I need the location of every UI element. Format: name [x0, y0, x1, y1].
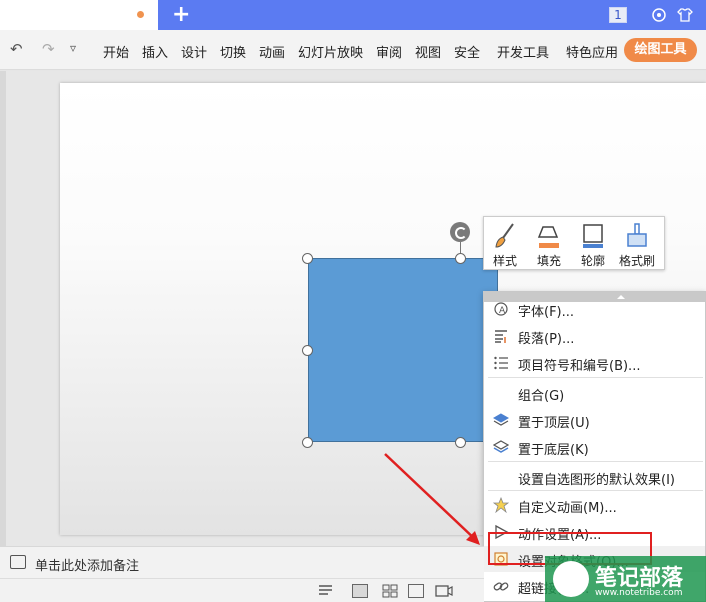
menu-item-custom-animation[interactable]: 自定义动画(M)... — [484, 492, 705, 518]
menu-item-label: 段落(P)... — [518, 332, 575, 347]
outline-label: 轮廓 — [580, 254, 605, 268]
undo-button[interactable]: ↶ — [10, 40, 23, 58]
menu-item-default-effect[interactable]: 设置自选图形的默认效果(I) — [484, 464, 705, 490]
menu-animation[interactable]: 动画 — [259, 42, 285, 61]
title-bar: + 1 — [0, 0, 706, 30]
menu-item-label: 自定义动画(M)... — [518, 501, 617, 516]
watermark-logo-icon — [553, 561, 589, 597]
notes-bar[interactable]: 单击此处添加备注 — [0, 546, 484, 578]
outline-button[interactable]: 轮廓 — [572, 219, 614, 269]
status-bar — [0, 578, 484, 602]
resize-handle-bottom-left[interactable] — [302, 437, 313, 448]
slide-panel-edge — [0, 71, 6, 546]
paragraph-icon — [495, 330, 507, 343]
menu-item-label: 置于底层(K) — [518, 443, 589, 458]
format-painter-button[interactable]: 格式刷 — [616, 219, 658, 269]
menu-transition[interactable]: 切换 — [220, 42, 246, 61]
rectangle-shape[interactable] — [308, 258, 498, 442]
menu-item-bullets[interactable]: 项目符号和编号(B)... — [484, 350, 705, 376]
style-label: 样式 — [492, 254, 517, 268]
menu-item-label: 组合(G) — [518, 389, 565, 404]
notes-icon — [10, 555, 26, 569]
menu-start[interactable]: 开始 — [103, 42, 129, 61]
svg-text:A: A — [499, 306, 506, 316]
menu-bar: ↶ ↷ ▿ 开始 插入 设计 切换 动画 幻灯片放映 审阅 视图 安全 开发工具… — [0, 30, 706, 70]
fill-bucket-icon — [537, 226, 559, 248]
watermark-url: www.notetribe.com — [595, 588, 683, 598]
menu-separator — [488, 490, 703, 491]
normal-view-icon[interactable] — [352, 584, 368, 598]
menu-view[interactable]: 视图 — [415, 42, 441, 61]
window-count-badge[interactable]: 1 — [609, 7, 627, 23]
shirt-icon[interactable] — [677, 7, 693, 23]
annotation-arrow-icon — [384, 453, 480, 545]
menu-item-group[interactable]: 组合(G) — [484, 380, 705, 406]
notes-toggle-icon[interactable] — [318, 584, 336, 598]
notes-placeholder: 单击此处添加备注 — [35, 559, 140, 574]
menu-separator — [488, 461, 703, 462]
menu-design[interactable]: 设计 — [181, 42, 207, 61]
send-to-back-icon — [493, 440, 509, 453]
format-painter-icon — [627, 223, 647, 247]
menu-item-label: 设置自选图形的默认效果(I) — [518, 473, 675, 488]
unsaved-dot-icon — [137, 11, 144, 18]
bring-to-front-icon — [493, 413, 509, 426]
slideshow-icon[interactable] — [435, 584, 453, 598]
reading-view-icon[interactable] — [408, 584, 424, 598]
menu-features[interactable]: 特色应用 — [566, 42, 618, 61]
menu-slideshow[interactable]: 幻灯片放映 — [298, 42, 363, 61]
outline-icon — [583, 224, 603, 248]
drawing-tools-tab[interactable]: 绘图工具 — [624, 38, 697, 62]
quick-access-dropdown[interactable]: ▿ — [70, 41, 76, 55]
menu-item-send-to-back[interactable]: 置于底层(K) — [484, 434, 705, 460]
menu-developer[interactable]: 开发工具 — [497, 42, 549, 61]
menu-item-label: 置于顶层(U) — [518, 416, 590, 431]
menu-review[interactable]: 审阅 — [376, 42, 402, 61]
shape-floating-toolbar: 样式 填充 轮廓 格式刷 — [483, 216, 665, 270]
format-painter-label: 格式刷 — [618, 254, 655, 268]
watermark: 笔记部落 www.notetribe.com — [545, 556, 706, 602]
menu-item-paragraph[interactable]: 段落(P)... — [484, 323, 705, 349]
menu-security[interactable]: 安全 — [454, 42, 480, 61]
menu-item-font[interactable]: A 字体(F)... — [484, 296, 705, 322]
menu-separator — [488, 377, 703, 378]
redo-button[interactable]: ↷ — [42, 40, 55, 58]
fill-label: 填充 — [536, 254, 561, 268]
brush-icon — [495, 223, 514, 248]
resize-handle-left[interactable] — [302, 345, 313, 356]
skin-icon[interactable] — [651, 7, 667, 23]
menu-item-label: 字体(F)... — [518, 305, 575, 320]
bullets-icon — [494, 356, 508, 370]
menu-insert[interactable]: 插入 — [142, 42, 168, 61]
style-button[interactable]: 样式 — [484, 219, 526, 269]
font-icon: A — [494, 302, 508, 316]
resize-handle-top-left[interactable] — [302, 253, 313, 264]
menu-item-bring-to-front[interactable]: 置于顶层(U) — [484, 407, 705, 433]
slide-sorter-icon[interactable] — [382, 584, 398, 598]
resize-handle-top[interactable] — [455, 253, 466, 264]
menu-item-label: 项目符号和编号(B)... — [518, 359, 641, 374]
custom-animation-icon — [493, 497, 509, 513]
hyperlink-icon — [493, 582, 509, 591]
new-tab-button[interactable]: + — [172, 3, 190, 27]
fill-button[interactable]: 填充 — [528, 219, 570, 269]
rotate-handle[interactable] — [450, 222, 470, 242]
resize-handle-bottom[interactable] — [455, 437, 466, 448]
